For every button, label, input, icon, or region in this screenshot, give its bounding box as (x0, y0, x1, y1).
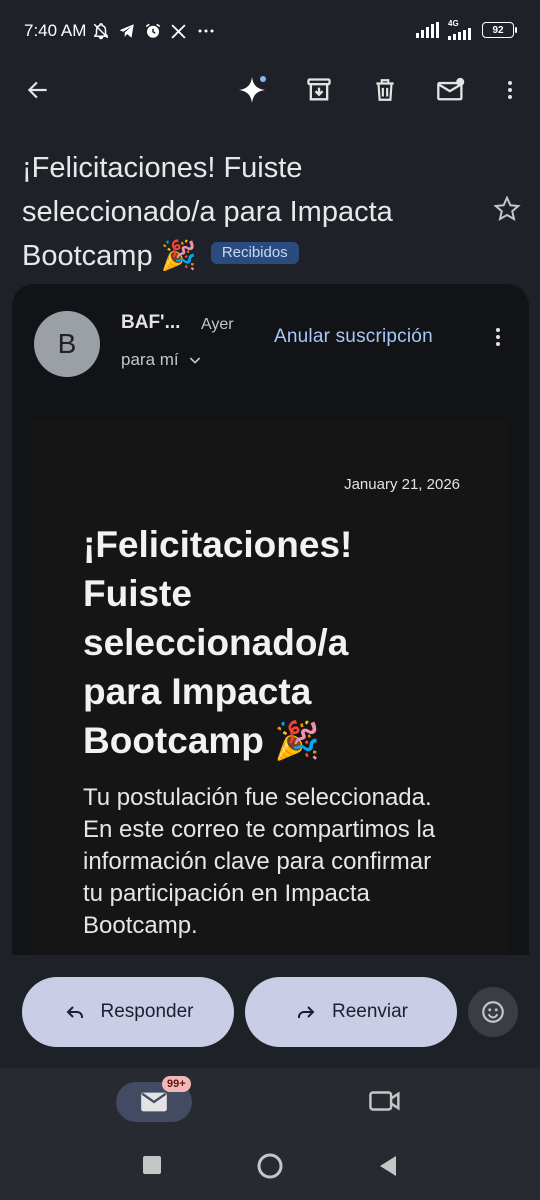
more-notifications-icon (198, 29, 214, 33)
received-time: Ayer (201, 316, 234, 333)
recipient-details-toggle[interactable]: para mí (121, 350, 203, 370)
mark-unread-button[interactable] (431, 70, 471, 110)
sender-name: BAF'... (121, 312, 181, 333)
reply-icon (66, 1006, 83, 1018)
reply-bar: Responder Reenviar (0, 955, 540, 1068)
video-camera-icon (369, 1091, 400, 1111)
status-time: 7:40 AM (24, 21, 87, 40)
email-body-paragraph: Tu postulación fue seleccionada. En este… (83, 784, 436, 939)
forward-button[interactable]: Reenviar (245, 977, 457, 1047)
gemini-button[interactable] (234, 70, 274, 110)
message-card: B BAF'... Ayer para mí Anular suscripció… (12, 284, 529, 1044)
emoji-icon (482, 1001, 504, 1023)
unsubscribe-link[interactable]: Anular suscripción (274, 326, 433, 348)
telegram-icon (119, 24, 135, 38)
more-vert-icon (496, 328, 500, 346)
x-logo-icon (171, 23, 186, 39)
sender-avatar[interactable]: B (34, 311, 100, 377)
reply-button[interactable]: Responder (22, 977, 234, 1047)
email-body: January 21, 2026 ¡Felicitaciones! Fuiste… (32, 420, 507, 1044)
emoji-reaction-button[interactable] (468, 987, 518, 1037)
mail-icon (141, 1092, 167, 1112)
back-triangle-icon (380, 1156, 396, 1176)
delete-button[interactable] (365, 70, 405, 110)
star-button[interactable] (492, 194, 522, 229)
app-bar (0, 62, 540, 118)
forward-label: Reenviar (331, 1001, 409, 1022)
message-more-button[interactable] (486, 322, 510, 357)
notifications-off-icon (94, 23, 109, 40)
sparkle-icon (239, 76, 266, 103)
subject-text: ¡Felicitaciones! Fuiste seleccionado/a p… (22, 152, 393, 272)
mark-unread-icon (437, 77, 465, 101)
more-options-button[interactable] (490, 70, 530, 110)
nav-meet[interactable] (368, 1086, 402, 1121)
label-chip-inbox[interactable]: Recibidos (210, 242, 299, 265)
signal-2-icon (448, 28, 471, 40)
back-system-button[interactable] (377, 1154, 399, 1183)
alarm-icon (146, 23, 161, 38)
back-arrow-icon (27, 81, 47, 99)
signal-icon (416, 22, 439, 38)
recipient-text: para mí (121, 350, 179, 369)
more-vert-icon (508, 81, 512, 99)
back-button[interactable] (18, 70, 58, 110)
home-button[interactable] (256, 1152, 284, 1185)
mail-unread-badge: 99+ (162, 1076, 191, 1092)
forward-icon (297, 1006, 315, 1018)
recents-square-icon (143, 1156, 161, 1174)
reply-label: Responder (100, 1001, 194, 1022)
email-body-date: January 21, 2026 (344, 476, 460, 493)
chevron-down-icon (189, 357, 200, 364)
home-circle-icon (257, 1153, 283, 1179)
email-body-heading: ¡Felicitaciones! Fuiste seleccionado/a p… (83, 524, 353, 761)
star-outline-icon (493, 195, 521, 221)
battery-indicator: 92 (482, 22, 517, 38)
email-subject: ¡Felicitaciones! Fuiste seleccionado/a p… (22, 146, 482, 278)
archive-icon (307, 78, 331, 101)
recents-button[interactable] (141, 1154, 163, 1181)
archive-button[interactable] (299, 70, 339, 110)
status-bar: 7:40 AM 4G 92 (0, 0, 540, 62)
delete-icon (376, 79, 394, 101)
bottom-navigation: 99+ (0, 1068, 540, 1200)
network-type: 4G (448, 19, 459, 28)
